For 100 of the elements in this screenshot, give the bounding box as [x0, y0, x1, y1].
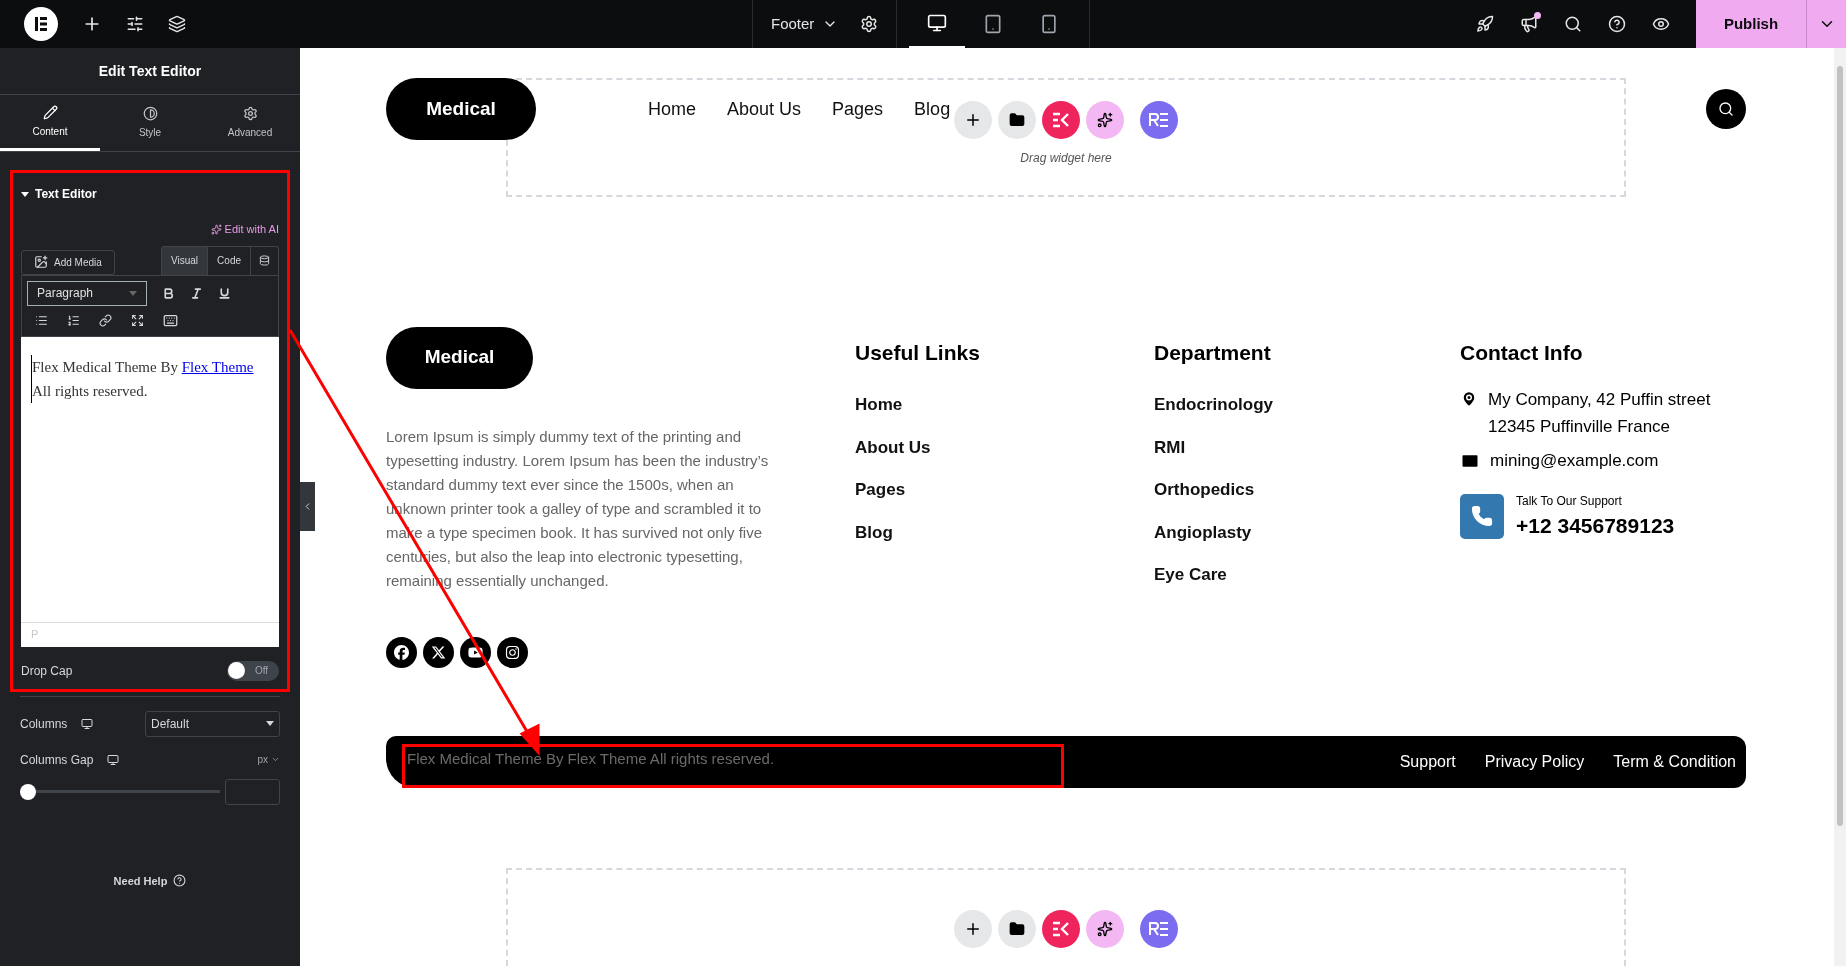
facebook-button[interactable]	[386, 636, 417, 668]
facebook-icon	[394, 644, 409, 660]
logo-icon[interactable]	[24, 7, 58, 41]
department-link[interactable]: Endocrinology	[1154, 392, 1460, 418]
settings-sliders-icon[interactable]	[126, 15, 144, 33]
panel-tab[interactable]: Content	[0, 95, 100, 151]
link-icon[interactable]	[99, 314, 112, 327]
sparkles-icon	[210, 223, 222, 235]
add-section-button[interactable]	[954, 100, 992, 139]
italic-icon[interactable]	[190, 286, 203, 300]
site-logo[interactable]: Medical	[386, 78, 536, 140]
editor-text: Flex Medical Theme By Flex Theme All rights reserved.	[31, 354, 269, 403]
nav-link[interactable]: About Us	[727, 95, 802, 123]
ai-button[interactable]	[1086, 100, 1124, 139]
page-dropdown[interactable]: Footer	[771, 12, 839, 36]
footer-link[interactable]: About Us	[855, 434, 1154, 461]
kit-button[interactable]	[1042, 100, 1080, 139]
panel-tab[interactable]: Style	[100, 95, 200, 151]
phone-number: +12 3456789123	[1516, 512, 1675, 539]
instagram-icon	[505, 644, 520, 660]
collapse-caret-icon[interactable]	[21, 191, 29, 197]
department-link[interactable]: Orthopedics	[1154, 477, 1460, 503]
editor-mode-tab[interactable]: Code	[208, 246, 251, 275]
footer-bottom-link[interactable]: Term & Condition	[1613, 749, 1736, 774]
kit-button[interactable]	[1042, 909, 1080, 948]
editor-mode-tab[interactable]: Visual	[162, 246, 209, 275]
style-tab-icon	[142, 106, 158, 121]
add-media-button[interactable]: Add Media	[21, 249, 115, 275]
kit-logo-icon	[1052, 111, 1070, 128]
column-heading: Useful Links	[855, 339, 981, 366]
panel-tab[interactable]: Advanced	[200, 95, 300, 151]
preview-eye-icon[interactable]	[1652, 15, 1670, 33]
footer-bottom-link[interactable]: Privacy Policy	[1484, 749, 1585, 774]
publish-button[interactable]: Publish	[1696, 0, 1806, 48]
template-folder-button[interactable]	[998, 909, 1036, 948]
x-button[interactable]	[423, 636, 454, 668]
columns-gap-slider[interactable]	[20, 782, 220, 801]
slider-thumb[interactable]	[20, 783, 36, 800]
drop-hint: Drag widget here	[1020, 149, 1112, 167]
format-select[interactable]: Paragraph	[27, 280, 147, 306]
desktop-icon	[927, 13, 948, 33]
help-icon[interactable]	[1608, 15, 1626, 33]
search-icon	[1718, 101, 1734, 117]
scrollbar[interactable]	[1834, 48, 1846, 966]
help-icon[interactable]	[173, 874, 187, 888]
kit-logo-icon	[1052, 920, 1070, 937]
database-icon	[259, 255, 270, 266]
department-link[interactable]: Eye Care	[1154, 562, 1460, 588]
rocket-icon[interactable]	[1476, 15, 1494, 33]
monitor-icon[interactable]	[81, 717, 94, 730]
plugin-button[interactable]	[1140, 909, 1178, 948]
bullet-list-icon[interactable]	[35, 314, 48, 327]
unit-dropdown[interactable]: px	[257, 752, 280, 767]
plugin-logo-icon	[1148, 921, 1170, 936]
search-button[interactable]	[1706, 89, 1746, 129]
template-folder-button[interactable]	[998, 100, 1036, 139]
folder-icon	[1009, 920, 1025, 937]
sparkles-icon	[1097, 111, 1113, 128]
monitor-icon[interactable]	[107, 753, 120, 766]
columns-gap-field[interactable]	[225, 778, 280, 805]
fullscreen-icon[interactable]	[131, 314, 144, 327]
columns-select[interactable]: Default	[145, 710, 280, 737]
element-path: P	[31, 627, 39, 643]
drop-cap-toggle[interactable]: Off	[227, 660, 279, 681]
nav-link[interactable]: Blog	[914, 95, 951, 123]
phone-icon	[1471, 505, 1493, 528]
column-heading: Department	[1154, 339, 1272, 366]
footer-link[interactable]: Blog	[855, 519, 1154, 546]
sparkles-icon	[1097, 920, 1113, 937]
instagram-button[interactable]	[497, 636, 528, 668]
image-plus-icon	[34, 255, 48, 269]
editor-link[interactable]: Flex Theme	[181, 358, 254, 375]
bold-icon[interactable]	[162, 286, 175, 300]
megaphone-icon[interactable]	[1520, 15, 1538, 33]
footer-link[interactable]: Home	[855, 392, 1154, 418]
address-line: My Company, 42 Puffin street	[1488, 389, 1711, 412]
layers-icon[interactable]	[168, 15, 186, 33]
department-link[interactable]: Angioplasty	[1154, 519, 1460, 546]
column-heading: Contact Info	[1460, 339, 1584, 366]
add-section-button[interactable]	[954, 909, 992, 948]
edit-with-ai-link[interactable]: Edit with AI	[210, 221, 279, 238]
search-icon[interactable]	[1564, 15, 1582, 33]
text-editor-area[interactable]: Flex Medical Theme By Flex Theme All rights reserved.	[21, 336, 279, 622]
nav-link[interactable]: Home	[648, 95, 696, 123]
keyboard-icon[interactable]	[163, 313, 178, 328]
location-pin-icon	[1460, 390, 1478, 409]
footer-logo[interactable]: Medical	[386, 326, 533, 389]
underline-icon[interactable]	[218, 286, 231, 300]
numbered-list-icon[interactable]	[67, 314, 80, 327]
ai-button[interactable]	[1086, 909, 1124, 948]
plugin-button[interactable]	[1140, 100, 1178, 139]
email-text: mining@example.com	[1490, 450, 1659, 473]
settings-icon[interactable]	[860, 15, 879, 33]
address-line: 12345 Puffinville France	[1488, 416, 1672, 439]
department-link[interactable]: RMI	[1154, 434, 1460, 461]
footer-link[interactable]: Pages	[855, 477, 1154, 503]
need-help-link[interactable]: Need Help	[113, 872, 168, 889]
nav-link[interactable]: Pages	[832, 95, 884, 123]
section-title[interactable]: Text Editor	[35, 185, 97, 203]
footer-bottom-link[interactable]: Support	[1399, 749, 1456, 774]
